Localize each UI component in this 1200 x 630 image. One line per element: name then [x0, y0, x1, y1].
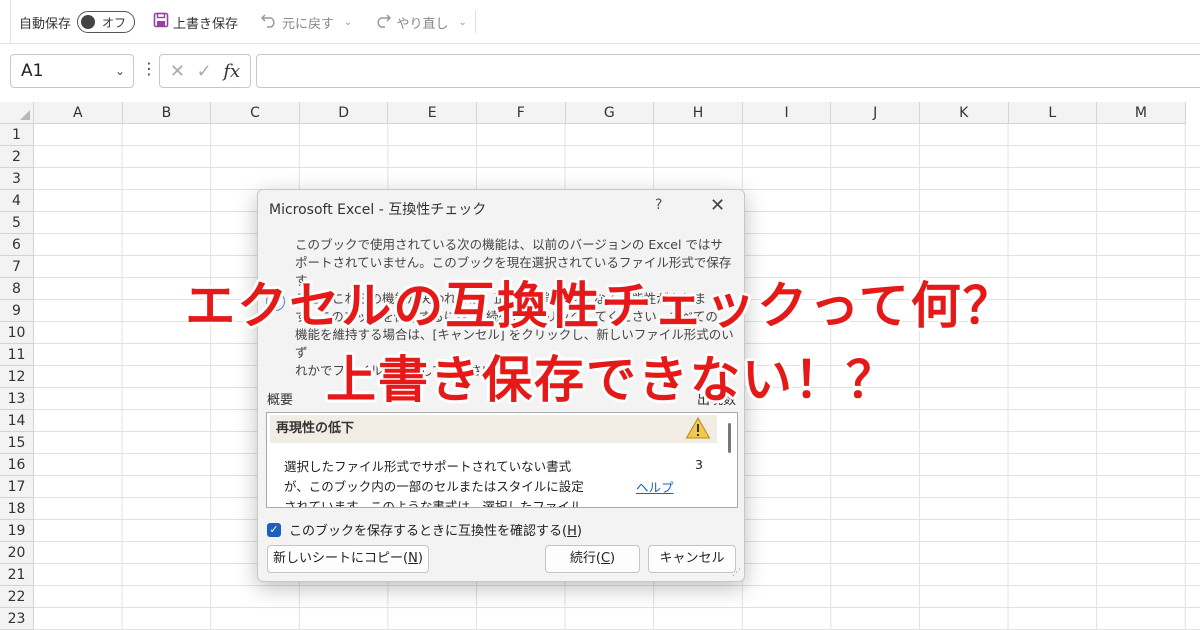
- row-header[interactable]: 21: [0, 564, 34, 586]
- row-header[interactable]: 6: [0, 234, 34, 256]
- warning-icon: [685, 416, 711, 444]
- row-header[interactable]: 4: [0, 190, 34, 212]
- column-header[interactable]: C: [211, 102, 300, 124]
- column-header[interactable]: E: [388, 102, 477, 124]
- undo-label: 元に戻す: [282, 16, 335, 32]
- row-header[interactable]: 18: [0, 498, 34, 520]
- column-header[interactable]: M: [1097, 102, 1186, 124]
- scrollbar-thumb[interactable]: [728, 423, 731, 453]
- autosave-toggle-label: オフ: [102, 15, 127, 30]
- issue-scrollbar[interactable]: [725, 419, 734, 505]
- issue-heading: 再現性の低下: [270, 415, 717, 443]
- row-header[interactable]: 16: [0, 454, 34, 476]
- continue-button[interactable]: 続行(C): [545, 545, 640, 573]
- insert-function-button[interactable]: fx: [223, 61, 240, 82]
- column-header[interactable]: F: [476, 102, 566, 124]
- row-header[interactable]: 23: [0, 608, 34, 630]
- cancel-button[interactable]: キャンセル: [648, 545, 736, 573]
- issue-heading-text: 再現性の低下: [276, 421, 355, 436]
- row-header[interactable]: 1: [0, 124, 34, 146]
- formula-bar: A1 ⌄ ⋮ ✕ ✓ fx: [0, 46, 1200, 96]
- save-icon: [153, 12, 173, 32]
- checkbox-label: このブックを保存するときに互換性を確認する(H): [289, 520, 582, 539]
- chevron-down-icon[interactable]: ⌄: [115, 64, 125, 78]
- copy-button-label: 新しいシートにコピー(: [273, 551, 409, 566]
- column-header[interactable]: J: [831, 102, 920, 124]
- redo-dropdown-icon[interactable]: ⌄: [458, 17, 466, 28]
- row-header[interactable]: 2: [0, 146, 34, 168]
- issue-count: 3: [695, 457, 703, 472]
- quick-access-inner: 自動保存 オフ 上書き保存 元に戻す ⌄ やり直し ⌄: [10, 0, 1200, 44]
- undo-button[interactable]: 元に戻す ⌄: [260, 12, 352, 32]
- row-header[interactable]: 19: [0, 520, 34, 542]
- more-options-icon[interactable]: ⋮: [141, 59, 157, 78]
- issue-description-line: されています。このような書式は、選択したファイル: [284, 499, 583, 508]
- confirm-entry-icon[interactable]: ✓: [197, 61, 212, 82]
- issue-description-line: 選択したファイル形式でサポートされていない書式: [284, 459, 572, 474]
- continue-button-close-paren: ): [610, 551, 616, 566]
- checkbox-accesskey: H: [567, 524, 577, 539]
- checkbox-close-paren: ): [576, 524, 582, 539]
- checkbox-label-text: このブックを保存するときに互換性を確認する(: [289, 524, 568, 539]
- row-header[interactable]: 5: [0, 212, 34, 234]
- column-header[interactable]: L: [1008, 102, 1098, 124]
- issue-description-line: が、このブック内の一部のセルまたはスタイルに設定: [284, 479, 584, 494]
- row-header[interactable]: 20: [0, 542, 34, 564]
- copy-button-close-paren: ): [417, 551, 423, 566]
- checkbox-checked-icon[interactable]: ✓: [267, 522, 281, 537]
- help-link[interactable]: ヘルプ: [636, 477, 674, 496]
- quick-access-toolbar: 自動保存 オフ 上書き保存 元に戻す ⌄ やり直し ⌄: [0, 0, 1200, 44]
- undo-icon: [260, 12, 282, 32]
- row-header[interactable]: 15: [0, 432, 34, 454]
- formula-input[interactable]: [256, 54, 1200, 88]
- column-header[interactable]: A: [34, 102, 123, 124]
- check-compatibility-checkbox[interactable]: ✓ このブックを保存するときに互換性を確認する(H): [267, 520, 582, 539]
- column-header[interactable]: H: [654, 102, 743, 124]
- column-header[interactable]: D: [299, 102, 389, 124]
- redo-button[interactable]: やり直し ⌄: [374, 12, 467, 32]
- headline-line-2: 上書き保存できない！？: [326, 351, 898, 409]
- undo-dropdown-icon[interactable]: ⌄: [344, 17, 352, 28]
- help-button[interactable]: ?: [655, 197, 662, 213]
- message-line: このブックで使用されている次の機能は、以前のバージョンの Excel ではサ: [295, 237, 723, 252]
- close-icon[interactable]: ✕: [710, 195, 725, 216]
- select-all-corner[interactable]: [0, 102, 34, 124]
- save-label: 上書き保存: [173, 16, 239, 32]
- row-header[interactable]: 17: [0, 476, 34, 498]
- toggle-knob: [81, 15, 96, 29]
- redo-label: やり直し: [396, 16, 449, 32]
- issue-description: 選択したファイル形式でサポートされていない書式 が、このブック内の一部のセルまたは…: [284, 457, 589, 508]
- copy-to-new-sheet-button[interactable]: 新しいシートにコピー(N): [267, 545, 429, 573]
- formula-buttons: ✕ ✓ fx: [159, 54, 251, 88]
- headline-line-1: エクセルの互換性チェックって何？: [185, 277, 1015, 335]
- column-header[interactable]: I: [742, 102, 832, 124]
- save-button[interactable]: 上書き保存: [153, 12, 238, 32]
- issue-list[interactable]: 再現性の低下 選択したファイル形式でサポートされていない書式 が、このブック内の一…: [266, 412, 738, 508]
- column-headers: ABCDEFGHIJKLM: [34, 102, 1186, 124]
- dialog-title: Microsoft Excel - 互換性チェック: [269, 202, 487, 218]
- column-header[interactable]: K: [919, 102, 1009, 124]
- column-header[interactable]: G: [565, 102, 655, 124]
- select-all-triangle-icon: [20, 110, 30, 120]
- name-box-value: A1: [21, 61, 44, 81]
- cancel-entry-icon[interactable]: ✕: [170, 61, 185, 82]
- autosave-toggle[interactable]: オフ: [77, 11, 136, 33]
- row-header[interactable]: 14: [0, 410, 34, 432]
- copy-button-accesskey: N: [408, 551, 418, 566]
- continue-button-accesskey: C: [600, 551, 611, 566]
- continue-button-label: 続行(: [569, 551, 601, 566]
- toolbar-separator: [474, 11, 476, 33]
- autosave-label: 自動保存: [19, 16, 72, 32]
- redo-icon: [374, 12, 396, 32]
- row-header[interactable]: 3: [0, 168, 34, 190]
- resize-grip-icon[interactable]: ⋰: [732, 568, 741, 578]
- row-header[interactable]: 22: [0, 586, 34, 608]
- column-header[interactable]: B: [122, 102, 212, 124]
- name-box[interactable]: A1 ⌄: [10, 54, 134, 88]
